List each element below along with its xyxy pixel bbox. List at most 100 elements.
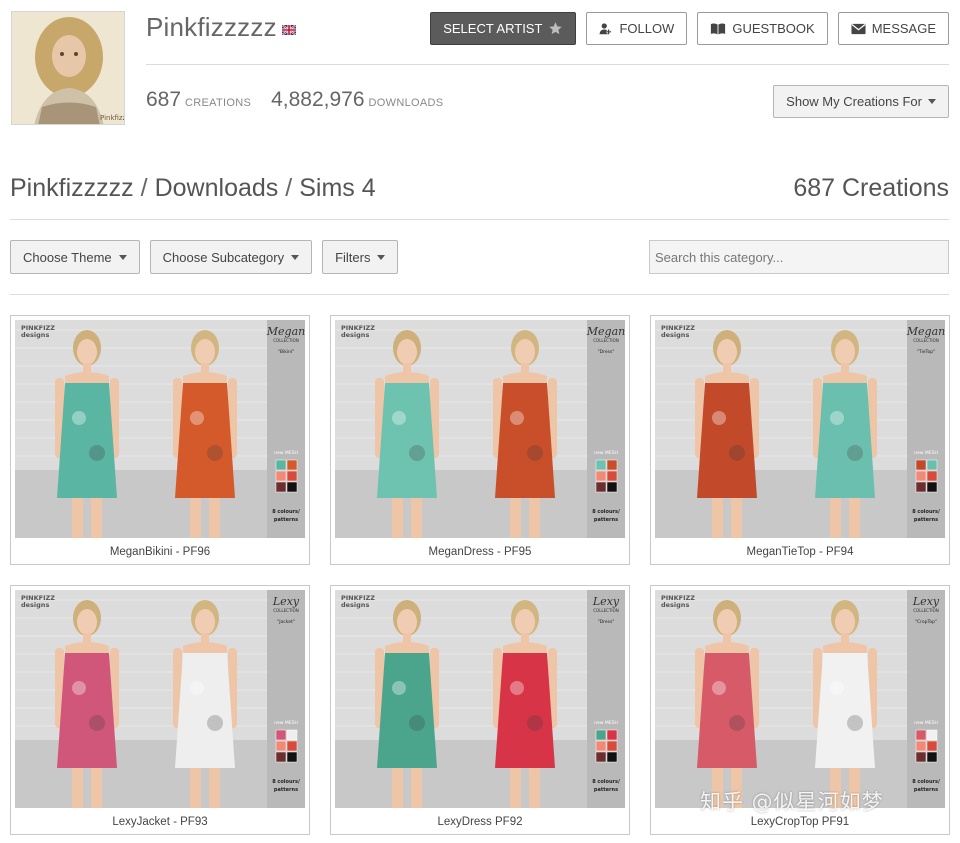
outfit-pattern bbox=[712, 681, 726, 695]
outfit-pattern bbox=[207, 715, 223, 731]
artist-stats: 687 CREATIONS 4,882,976 DOWNLOADS bbox=[146, 88, 443, 112]
artist-avatar[interactable]: Pinkfizz bbox=[11, 11, 125, 125]
outfit-pattern bbox=[392, 681, 406, 695]
colour-swatch bbox=[286, 729, 298, 741]
creation-card[interactable]: PINKFIZZ designs Megan COLLECTION "Dress" new… bbox=[330, 315, 630, 565]
choose-theme-dropdown[interactable]: Choose Theme bbox=[10, 240, 140, 274]
collection-name: Megan bbox=[906, 325, 945, 338]
breadcrumb-downloads[interactable]: Downloads bbox=[155, 174, 279, 203]
colour-swatch bbox=[286, 470, 298, 482]
message-label: MESSAGE bbox=[871, 21, 936, 36]
outfit-pattern bbox=[527, 715, 543, 731]
downloads-count: 4,882,976 bbox=[271, 88, 365, 111]
follow-user-icon bbox=[599, 22, 612, 34]
model-leg bbox=[411, 498, 422, 538]
colour-swatch bbox=[286, 751, 298, 763]
message-button[interactable]: MESSAGE bbox=[837, 12, 949, 45]
colour-swatch bbox=[595, 751, 607, 763]
model-outfit bbox=[495, 653, 555, 768]
collection-name: Lexy bbox=[592, 595, 620, 608]
choose-subcategory-dropdown[interactable]: Choose Subcategory bbox=[149, 240, 313, 274]
chevron-down-icon bbox=[928, 99, 936, 104]
model-face bbox=[77, 609, 97, 635]
creation-title[interactable]: LexyCropTop PF91 bbox=[651, 816, 949, 828]
search-input[interactable] bbox=[649, 240, 949, 274]
colour-swatch bbox=[606, 740, 618, 752]
artist-name-text: Pinkfizzzzz bbox=[146, 12, 277, 42]
model-face bbox=[835, 609, 855, 635]
filters-dropdown[interactable]: Filters bbox=[322, 240, 399, 274]
model-leg bbox=[731, 498, 742, 538]
collection-name: Lexy bbox=[912, 595, 940, 608]
item-subtitle: "CropTop" bbox=[915, 619, 937, 625]
item-subtitle: "Dress" bbox=[598, 619, 615, 625]
follow-button[interactable]: FOLLOW bbox=[586, 12, 688, 45]
creation-thumbnail[interactable]: PINKFIZZ designs Lexy COLLECTION "CropTop" ne… bbox=[655, 590, 945, 808]
choose-subcategory-label: Choose Subcategory bbox=[162, 249, 285, 265]
colour-swatch bbox=[275, 459, 287, 471]
creation-title[interactable]: MeganTieTop - PF94 bbox=[651, 546, 949, 558]
collection-word: COLLECTION bbox=[913, 608, 938, 613]
model-leg bbox=[529, 768, 540, 808]
outfit-pattern bbox=[190, 411, 204, 425]
breadcrumb-separator: / bbox=[285, 174, 293, 202]
outfit-pattern bbox=[207, 445, 223, 461]
model-outfit bbox=[377, 653, 437, 768]
creation-title[interactable]: LexyJacket - PF93 bbox=[11, 816, 309, 828]
breadcrumb-artist[interactable]: Pinkfizzzzz bbox=[10, 174, 134, 203]
creation-card[interactable]: PINKFIZZ designs Megan COLLECTION "Bikini" ne… bbox=[10, 315, 310, 565]
colour-swatch bbox=[915, 729, 927, 741]
item-subtitle: "Jacket" bbox=[277, 619, 295, 625]
follow-label: FOLLOW bbox=[619, 21, 675, 36]
model-face bbox=[835, 339, 855, 365]
filters-label: Filters bbox=[335, 249, 371, 265]
patterns-label: patterns bbox=[274, 517, 298, 523]
guestbook-button[interactable]: GUESTBOOK bbox=[697, 12, 828, 45]
model-outfit bbox=[815, 383, 875, 498]
model-leg bbox=[510, 768, 521, 808]
creation-title[interactable]: LexyDress PF92 bbox=[331, 816, 629, 828]
colours-label: 8 colours/ bbox=[912, 779, 940, 785]
show-creations-for-dropdown[interactable]: Show My Creations For bbox=[773, 85, 949, 118]
new-mesh-label: new MESH bbox=[594, 720, 618, 726]
creation-thumbnail[interactable]: PINKFIZZ designs Megan COLLECTION "Dress" new… bbox=[335, 320, 625, 538]
collection-word: COLLECTION bbox=[913, 338, 938, 343]
colours-label: 8 colours/ bbox=[272, 509, 300, 515]
colour-swatch bbox=[926, 729, 938, 741]
creation-thumbnail[interactable]: PINKFIZZ designs Lexy COLLECTION "Jacket" new… bbox=[15, 590, 305, 808]
creation-card[interactable]: PINKFIZZ designs Lexy COLLECTION "Dress" new … bbox=[330, 585, 630, 835]
model-leg bbox=[209, 768, 220, 808]
creation-card[interactable]: PINKFIZZ designs Lexy COLLECTION "Jacket" new… bbox=[10, 585, 310, 835]
colour-swatch bbox=[595, 470, 607, 482]
new-mesh-label: new MESH bbox=[914, 720, 938, 726]
model-leg bbox=[72, 768, 83, 808]
chevron-down-icon bbox=[377, 254, 386, 260]
creations-stat: 687 CREATIONS bbox=[146, 88, 251, 112]
model-leg bbox=[529, 498, 540, 538]
creation-thumbnail[interactable]: PINKFIZZ designs Megan COLLECTION "TieTop" ne… bbox=[655, 320, 945, 538]
patterns-label: patterns bbox=[274, 787, 298, 793]
model-face bbox=[515, 609, 535, 635]
colours-label: 8 colours/ bbox=[272, 779, 300, 785]
guestbook-label: GUESTBOOK bbox=[732, 21, 815, 36]
outfit-pattern bbox=[510, 411, 524, 425]
show-creations-label: Show My Creations For bbox=[786, 94, 922, 109]
model-neck bbox=[201, 363, 209, 373]
creation-thumbnail[interactable]: PINKFIZZ designs Lexy COLLECTION "Dress" new … bbox=[335, 590, 625, 808]
patterns-label: patterns bbox=[914, 517, 938, 523]
colour-swatch bbox=[606, 470, 618, 482]
item-subtitle: "Dress" bbox=[598, 349, 615, 355]
envelope-icon bbox=[851, 23, 866, 34]
select-artist-button[interactable]: SELECT ARTIST bbox=[430, 12, 577, 45]
creation-card[interactable]: PINKFIZZ designs Megan COLLECTION "TieTop" ne… bbox=[650, 315, 950, 565]
creation-title[interactable]: MeganDress - PF95 bbox=[331, 546, 629, 558]
creation-thumbnail[interactable]: PINKFIZZ designs Megan COLLECTION "Bikini" ne… bbox=[15, 320, 305, 538]
artist-name: Pinkfizzzzz bbox=[146, 12, 296, 43]
creation-title[interactable]: MeganBikini - PF96 bbox=[11, 546, 309, 558]
colour-swatch bbox=[286, 481, 298, 493]
breadcrumb-sims4[interactable]: Sims 4 bbox=[299, 174, 375, 203]
thumbnail-image: PINKFIZZdesigns LexyCOLLECTION"Dress"new … bbox=[335, 590, 625, 808]
brand-logo-bottom: designs bbox=[661, 331, 689, 339]
chevron-down-icon bbox=[291, 254, 300, 260]
item-subtitle: "Bikini" bbox=[278, 349, 294, 355]
